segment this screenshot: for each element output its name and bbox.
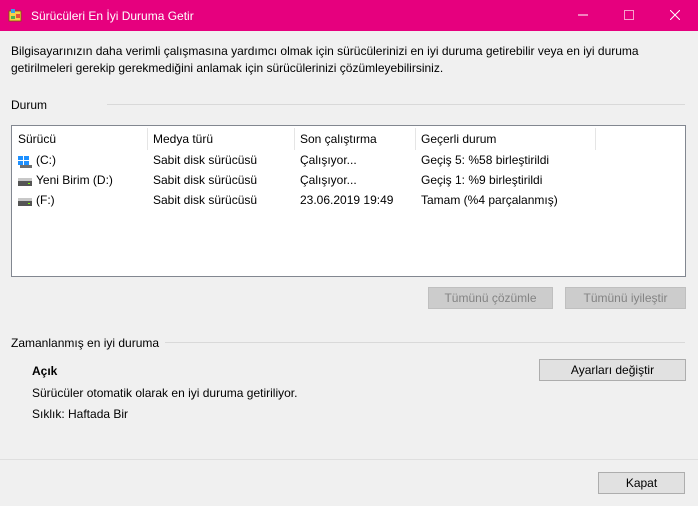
drive-last-run: Çalışıyor... xyxy=(300,153,357,167)
drive-media-type: Sabit disk sürücüsü xyxy=(153,173,258,187)
schedule-frequency: Sıklık: Haftada Bir xyxy=(32,407,129,421)
drive-status: Geçiş 1: %9 birleştirildi xyxy=(421,173,543,187)
schedule-description: Sürücüler otomatik olarak en iyi duruma … xyxy=(32,386,298,400)
minimize-button[interactable] xyxy=(560,0,606,31)
title-bar: Sürücüleri En İyi Duruma Getir xyxy=(0,0,698,31)
drive-row-f[interactable]: (F:) Sabit disk sürücüsü 23.06.2019 19:4… xyxy=(12,191,685,211)
intro-text: Bilgisayarınızın daha verimli çalışmasın… xyxy=(11,44,639,75)
drive-status: Tamam (%4 parçalanmış) xyxy=(421,193,558,207)
window-title: Sürücüleri En İyi Duruma Getir xyxy=(31,9,194,23)
drive-media-type: Sabit disk sürücüsü xyxy=(153,153,258,167)
scheduled-divider xyxy=(165,342,685,343)
column-header-current-status[interactable]: Geçerli durum xyxy=(415,132,595,148)
defrag-app-icon xyxy=(8,8,22,22)
close-window-button[interactable] xyxy=(652,0,698,31)
column-separator xyxy=(595,128,596,150)
drive-name: (F:) xyxy=(36,193,55,207)
column-header-drive[interactable]: Sürücü xyxy=(12,132,147,148)
change-settings-button[interactable]: Ayarları değiştir xyxy=(539,359,686,381)
drive-media-type: Sabit disk sürücüsü xyxy=(153,193,258,207)
windows-drive-icon xyxy=(18,156,32,168)
drive-last-run: 23.06.2019 19:49 xyxy=(300,193,394,207)
maximize-button xyxy=(606,0,652,31)
drive-status: Geçiş 5: %58 birleştirildi xyxy=(421,153,550,167)
column-header-media-type[interactable]: Medya türü xyxy=(147,132,294,148)
status-section-label: Durum xyxy=(11,98,48,112)
footer: Kapat xyxy=(0,459,698,506)
drive-row-c[interactable]: (C:) Sabit disk sürücüsü Çalışıyor... Ge… xyxy=(12,151,685,171)
optimize-all-button[interactable]: Tümünü iyileştir xyxy=(565,287,686,309)
drive-row-d[interactable]: Yeni Birim (D:) Sabit disk sürücüsü Çalı… xyxy=(12,171,685,191)
drive-name: (C:) xyxy=(36,153,56,167)
column-header-last-run[interactable]: Son çalıştırma xyxy=(294,132,415,148)
drive-name: Yeni Birim (D:) xyxy=(36,173,113,187)
scheduled-section-label: Zamanlanmış en iyi duruma xyxy=(11,336,160,350)
drive-last-run: Çalışıyor... xyxy=(300,173,357,187)
hard-drive-icon xyxy=(18,196,32,206)
analyze-all-button[interactable]: Tümünü çözümle xyxy=(428,287,553,309)
hard-drive-icon xyxy=(18,176,32,186)
close-button[interactable]: Kapat xyxy=(598,472,685,494)
drive-list[interactable]: Sürücü Medya türü Son çalıştırma Geçerli… xyxy=(11,125,686,277)
status-divider xyxy=(107,104,685,105)
schedule-state: Açık xyxy=(32,364,58,378)
